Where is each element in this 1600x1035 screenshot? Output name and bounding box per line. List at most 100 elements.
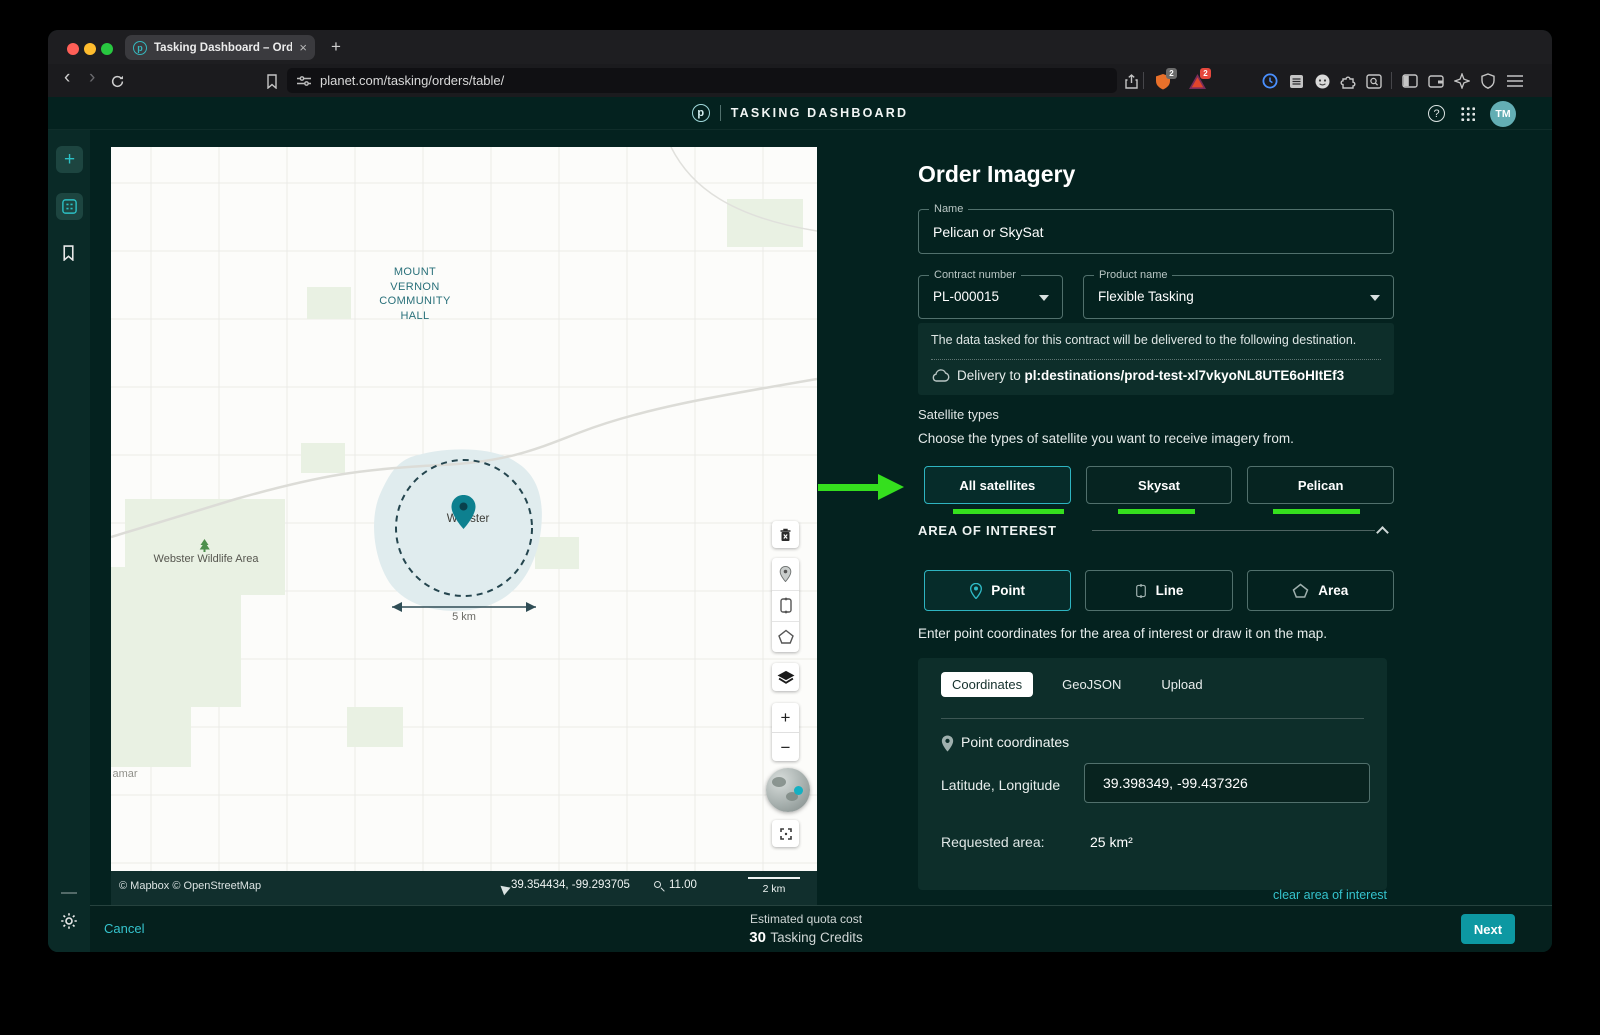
aoi-line-label: Line [1156, 583, 1184, 598]
globe-location-dot [794, 786, 803, 795]
new-order-button[interactable]: + [56, 146, 83, 173]
window-zoom-button[interactable] [101, 43, 113, 55]
settings-gear-icon[interactable] [60, 912, 78, 930]
quota-value: 30 [749, 929, 766, 946]
aoi-section-title: AREA OF INTEREST [918, 523, 1057, 538]
menu-hamburger-icon[interactable] [1506, 72, 1524, 90]
zoom-level: 11.00 [669, 879, 697, 891]
satellite-skysat-button[interactable]: Skysat [1086, 466, 1233, 504]
window-minimize-button[interactable] [84, 43, 96, 55]
shield-privacy-icon[interactable] [1479, 72, 1497, 90]
latlng-input[interactable] [1085, 764, 1369, 802]
user-avatar[interactable]: TM [1490, 101, 1516, 127]
list-extension-icon[interactable] [1287, 72, 1305, 90]
help-icon[interactable]: ? [1428, 105, 1445, 122]
bottom-action-bar: Cancel Estimated quota cost 30 Tasking C… [90, 905, 1552, 952]
product-name-select[interactable]: Product name Flexible Tasking [1083, 275, 1394, 319]
app-header: p TASKING DASHBOARD ? TM [48, 97, 1552, 130]
aoi-line-button[interactable]: Line [1085, 570, 1232, 611]
draw-point-tool[interactable] [772, 559, 799, 590]
tab-upload[interactable]: Upload [1150, 672, 1213, 697]
layers-button[interactable] [772, 663, 799, 691]
tab-close-icon[interactable]: × [299, 41, 307, 54]
forward-button[interactable]: › [89, 67, 95, 89]
shield-extension-icon[interactable]: 2 [1154, 72, 1172, 90]
url-bar[interactable]: planet.com/tasking/orders/table/ [287, 68, 1117, 93]
cloud-icon [931, 369, 950, 382]
orders-table-button[interactable] [56, 193, 83, 220]
point-pin-icon [970, 583, 982, 599]
annotation-underline [1118, 509, 1195, 514]
aoi-point-label: Point [991, 583, 1025, 598]
map-wildlife-label: Webster Wildlife Area [141, 553, 271, 565]
saved-bookmark-icon[interactable] [62, 245, 75, 261]
cancel-link[interactable]: Cancel [104, 921, 144, 936]
satellite-types-hint: Choose the types of satellite you want t… [918, 431, 1294, 446]
reload-icon[interactable] [108, 72, 126, 90]
aoi-point-marker[interactable] [450, 494, 477, 530]
quota-summary: Estimated quota cost 30 Tasking Credits [749, 912, 862, 947]
clear-aoi-link[interactable]: clear area of interest [1273, 888, 1387, 902]
url-text: planet.com/tasking/orders/table/ [320, 73, 504, 88]
bookmark-icon[interactable] [263, 72, 281, 90]
coordinate-input-tabs: Coordinates GeoJSON Upload [941, 672, 1214, 697]
order-name-input[interactable] [919, 210, 1393, 253]
apps-grid-icon[interactable] [1460, 106, 1475, 121]
latlng-field[interactable] [1084, 763, 1370, 803]
new-tab-button[interactable]: + [331, 37, 341, 57]
tab-coordinates[interactable]: Coordinates [941, 672, 1033, 697]
satellite-pelican-button[interactable]: Pelican [1247, 466, 1394, 504]
map-status-bar: © Mapbox © OpenStreetMap 39.354434, -99.… [111, 871, 817, 905]
left-sidebar: + [48, 130, 90, 952]
browser-toolbar: ‹ › planet.com/tasking/orders/table/ 2 2 [48, 64, 1552, 97]
collapse-chevron-up-icon[interactable] [1376, 526, 1389, 539]
globe-basemap-button[interactable] [766, 768, 810, 812]
satellite-all-button[interactable]: All satellites [924, 466, 1071, 504]
contract-number-select[interactable]: Contract number PL-000015 [918, 275, 1063, 319]
draw-rectangle-tool[interactable] [772, 590, 799, 621]
tab-geojson[interactable]: GeoJSON [1051, 672, 1132, 697]
app-title: TASKING DASHBOARD [731, 106, 908, 120]
line-tool-icon [1135, 583, 1147, 599]
zoom-out-button[interactable]: − [772, 732, 799, 761]
site-controls-icon[interactable] [297, 75, 311, 87]
back-button[interactable]: ‹ [64, 67, 70, 89]
delete-aoi-button[interactable] [772, 521, 799, 548]
chevron-down-icon [1039, 295, 1049, 306]
tasking-dashboard-app: p TASKING DASHBOARD ? TM + [48, 97, 1552, 952]
extensions-puzzle-icon[interactable] [1339, 72, 1357, 90]
sidebar-toggle-icon[interactable] [1401, 72, 1419, 90]
annotation-arrow [818, 474, 906, 500]
triangle-extension-icon[interactable]: 2 [1188, 72, 1206, 90]
next-button[interactable]: Next [1461, 914, 1515, 944]
extension-badge: 2 [1166, 68, 1177, 79]
draw-tools-group [772, 558, 799, 652]
order-name-field[interactable]: Name [918, 209, 1394, 254]
fullscreen-button[interactable] [772, 820, 799, 847]
polygon-tool-icon [1292, 583, 1309, 598]
sparkle-icon[interactable] [1453, 72, 1471, 90]
wallet-icon[interactable] [1427, 72, 1445, 90]
map-poi-label: MOUNT VERNON COMMUNITY HALL [375, 265, 455, 323]
contract-label: Contract number [929, 269, 1021, 281]
draw-polygon-tool[interactable] [772, 621, 799, 652]
browser-tab[interactable]: p Tasking Dashboard – Orders × [125, 35, 315, 60]
aoi-point-button[interactable]: Point [924, 570, 1071, 611]
window-close-button[interactable] [67, 43, 79, 55]
map-attribution[interactable]: © Mapbox © OpenStreetMap [119, 880, 261, 892]
product-value: Flexible Tasking [1098, 289, 1194, 304]
map-canvas[interactable]: MOUNT VERNON COMMUNITY HALL Webster Wild… [111, 147, 817, 871]
annotation-underline [953, 509, 1064, 514]
dotted-divider [931, 359, 1381, 360]
page-search-icon[interactable] [1365, 72, 1383, 90]
quota-label: Estimated quota cost [749, 912, 862, 926]
clock-extension-icon[interactable] [1261, 72, 1279, 90]
browser-tab-bar: p Tasking Dashboard – Orders × + [48, 30, 1552, 64]
face-extension-icon[interactable] [1313, 72, 1331, 90]
tabs-divider [941, 718, 1364, 719]
share-icon[interactable] [1122, 72, 1140, 90]
zoom-in-button[interactable]: + [772, 703, 799, 732]
satellite-type-buttons: All satellites Skysat Pelican [924, 466, 1394, 504]
point-coordinates-title: Point coordinates [961, 734, 1069, 750]
aoi-area-button[interactable]: Area [1247, 570, 1394, 611]
